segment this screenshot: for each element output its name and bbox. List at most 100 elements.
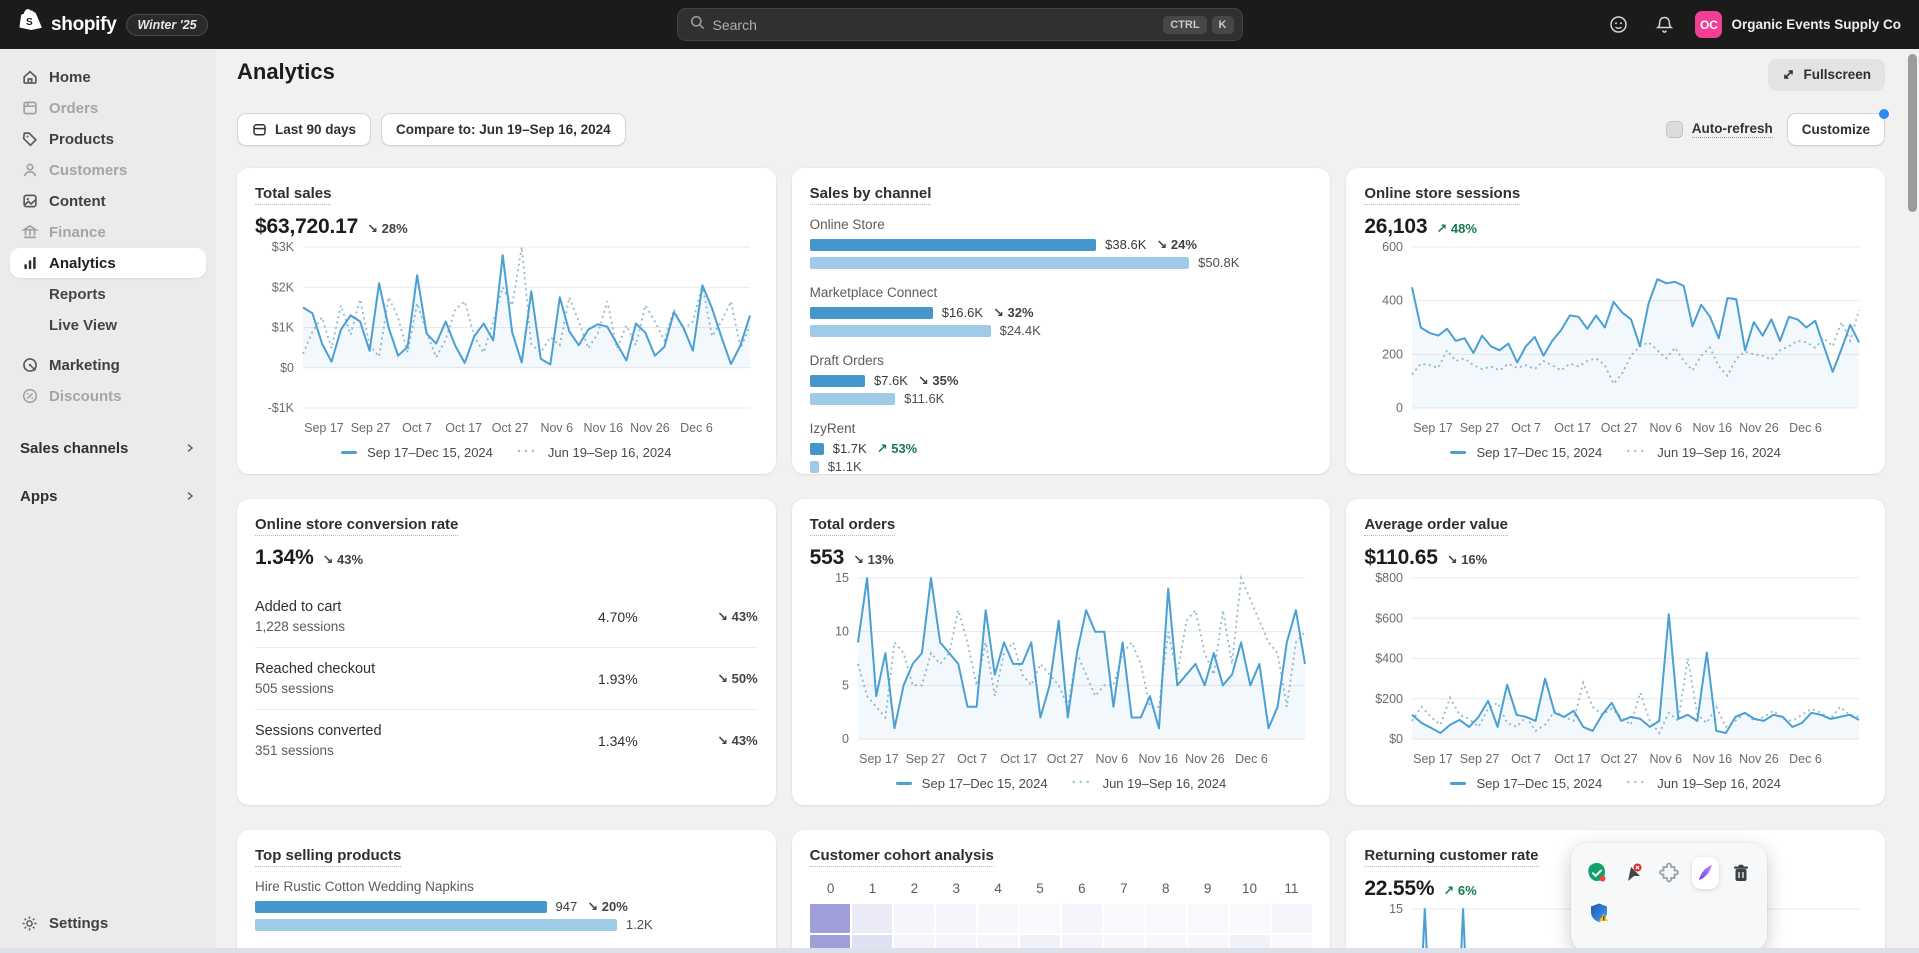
bar-group-online-store: Online Store$38.6K↘ 24%$50.8K (810, 217, 1313, 273)
cohort-cell[interactable] (1230, 904, 1270, 933)
total-sales-title[interactable]: Total sales (255, 185, 331, 205)
search-placeholder: Search (713, 17, 1156, 33)
cohort-cell[interactable] (810, 904, 850, 933)
cursor-blocked-icon[interactable] (1619, 857, 1646, 889)
cohort-cell[interactable] (936, 904, 976, 933)
top-products-title[interactable]: Top selling products (255, 847, 401, 867)
conversion-title[interactable]: Online store conversion rate (255, 516, 458, 536)
total-sales-chart: $3K$2K$1K$0-$1KSep 17Sep 27Oct 7Oct 17Oc… (255, 239, 758, 440)
sidebar-item-products[interactable]: Products (10, 124, 206, 154)
cohort-title[interactable]: Customer cohort analysis (810, 847, 994, 867)
svg-text:S: S (26, 17, 33, 28)
customize-button[interactable]: Customize (1787, 113, 1885, 146)
cohort-cell[interactable] (852, 904, 892, 933)
sessions-title[interactable]: Online store sessions (1364, 185, 1520, 205)
svg-text:$2K: $2K (272, 280, 295, 294)
sidebar-section-sales-channels[interactable]: Sales channels (10, 436, 206, 460)
sidebar-section-apps[interactable]: Apps (10, 484, 206, 508)
cohort-cell[interactable] (1188, 904, 1228, 933)
sidebar-item-live-view[interactable]: Live View (10, 310, 206, 340)
shield-warning-icon[interactable] (1583, 897, 1615, 929)
svg-text:Oct 7: Oct 7 (957, 752, 987, 766)
auto-refresh-toggle[interactable]: Auto-refresh (1666, 121, 1773, 138)
sidebar-item-orders[interactable]: Orders (10, 93, 206, 123)
legend-current-swatch (341, 451, 357, 454)
sidebar-item-analytics[interactable]: Analytics (10, 248, 206, 278)
cohort-cell[interactable] (1272, 904, 1312, 933)
puzzle-extension-icon[interactable] (1655, 857, 1682, 889)
sidebar-item-customers[interactable]: Customers (10, 155, 206, 185)
auto-refresh-checkbox[interactable] (1666, 121, 1683, 138)
account-menu[interactable]: OC Organic Events Supply Co (1695, 11, 1901, 38)
cohort-column-header: 4 (977, 881, 1019, 904)
chart-legend: Sep 17–Dec 15, 2024 ···Jun 19–Sep 16, 20… (255, 440, 758, 464)
svg-text:Nov 6: Nov 6 (1650, 421, 1683, 435)
sidebar-item-finance[interactable]: Finance (10, 217, 206, 247)
channel-bars: Online Store$38.6K↘ 24%$50.8KMarketplace… (810, 217, 1313, 474)
svg-text:$200: $200 (1376, 692, 1404, 706)
fullscreen-button[interactable]: Fullscreen (1768, 59, 1885, 90)
date-range-button[interactable]: Last 90 days (237, 113, 371, 146)
search-input[interactable]: Search CTRL K (677, 8, 1243, 41)
svg-text:Nov 26: Nov 26 (630, 421, 670, 435)
apps-label: Apps (20, 488, 58, 505)
shopify-logo[interactable]: S shopify (18, 9, 116, 41)
version-badge[interactable]: Winter '25 (126, 14, 207, 36)
sidebar-item-label: Customers (49, 162, 127, 179)
svg-text:Nov 26: Nov 26 (1739, 421, 1779, 435)
total-orders-card: Total orders 553 ↘ 13% 151050Sep 17Sep 2… (792, 499, 1331, 805)
k-key: K (1212, 16, 1234, 34)
feather-highlighter-icon[interactable] (1692, 857, 1719, 889)
svg-text:0: 0 (842, 732, 849, 746)
chevron-right-icon (184, 442, 196, 454)
svg-text:Oct 27: Oct 27 (1601, 421, 1638, 435)
cohort-cell[interactable] (1104, 904, 1144, 933)
sidebar-item-label: Content (49, 193, 106, 210)
svg-text:Nov 26: Nov 26 (1185, 752, 1225, 766)
svg-text:Sep 27: Sep 27 (905, 752, 945, 766)
customer-cohort-card: Customer cohort analysis 01234567891011 (792, 830, 1331, 953)
svg-text:Nov 6: Nov 6 (1650, 752, 1683, 766)
sidekick-icon[interactable] (1603, 10, 1633, 40)
aov-title[interactable]: Average order value (1364, 516, 1508, 536)
compare-button[interactable]: Compare to: Jun 19–Sep 16, 2024 (381, 113, 626, 146)
products-icon (20, 130, 39, 149)
svg-text:Oct 27: Oct 27 (1046, 752, 1083, 766)
notifications-bell-icon[interactable] (1649, 10, 1679, 40)
aov-chart: $800$600$400$200$0Sep 17Sep 27Oct 7Oct 1… (1364, 570, 1867, 771)
discounts-icon (20, 387, 39, 406)
sidebar-item-content[interactable]: Content (10, 186, 206, 216)
sidebar-item-reports[interactable]: Reports (10, 279, 206, 309)
cohort-cell[interactable] (1062, 904, 1102, 933)
approval-check-icon[interactable] (1583, 857, 1610, 889)
sales-by-channel-title[interactable]: Sales by channel (810, 185, 932, 205)
cohort-cell[interactable] (1146, 904, 1186, 933)
sidebar-item-home[interactable]: Home (10, 62, 206, 92)
chevron-right-icon (184, 490, 196, 502)
search-icon (690, 15, 705, 35)
total-orders-title[interactable]: Total orders (810, 516, 896, 536)
sidebar-item-settings[interactable]: Settings (10, 908, 206, 938)
brand-wordmark: shopify (51, 14, 116, 36)
sidebar-items: HomeOrdersProducts Customers Content Financ… (10, 62, 206, 412)
svg-text:-$1K: -$1K (268, 401, 295, 415)
returning-title[interactable]: Returning customer rate (1364, 847, 1538, 867)
page-scrollbar-thumb[interactable] (1908, 54, 1917, 212)
sidebar-item-marketing[interactable]: Marketing (10, 350, 206, 380)
sidebar-item-label: Analytics (49, 255, 116, 272)
conversion-funnel: Added to cart 1,228 sessions 4.70% ↘ 43%… (255, 586, 758, 771)
svg-text:Dec 6: Dec 6 (1789, 421, 1822, 435)
cohort-column-header: 0 (810, 881, 852, 904)
svg-text:Oct 7: Oct 7 (1511, 421, 1541, 435)
sidebar-item-discounts[interactable]: Discounts (10, 381, 206, 411)
svg-text:Nov 16: Nov 16 (1693, 752, 1733, 766)
svg-text:$0: $0 (1389, 732, 1403, 746)
svg-text:Oct 17: Oct 17 (1555, 752, 1592, 766)
cohort-cell[interactable] (978, 904, 1018, 933)
cohort-column-header: 6 (1061, 881, 1103, 904)
svg-text:Sep 17: Sep 17 (1413, 752, 1453, 766)
trash-icon[interactable] (1728, 857, 1755, 889)
cohort-cell[interactable] (1020, 904, 1060, 933)
cohort-cell[interactable] (894, 904, 934, 933)
product-bars: Hire Rustic Cotton Wedding Napkins947↘ 2… (255, 879, 758, 953)
